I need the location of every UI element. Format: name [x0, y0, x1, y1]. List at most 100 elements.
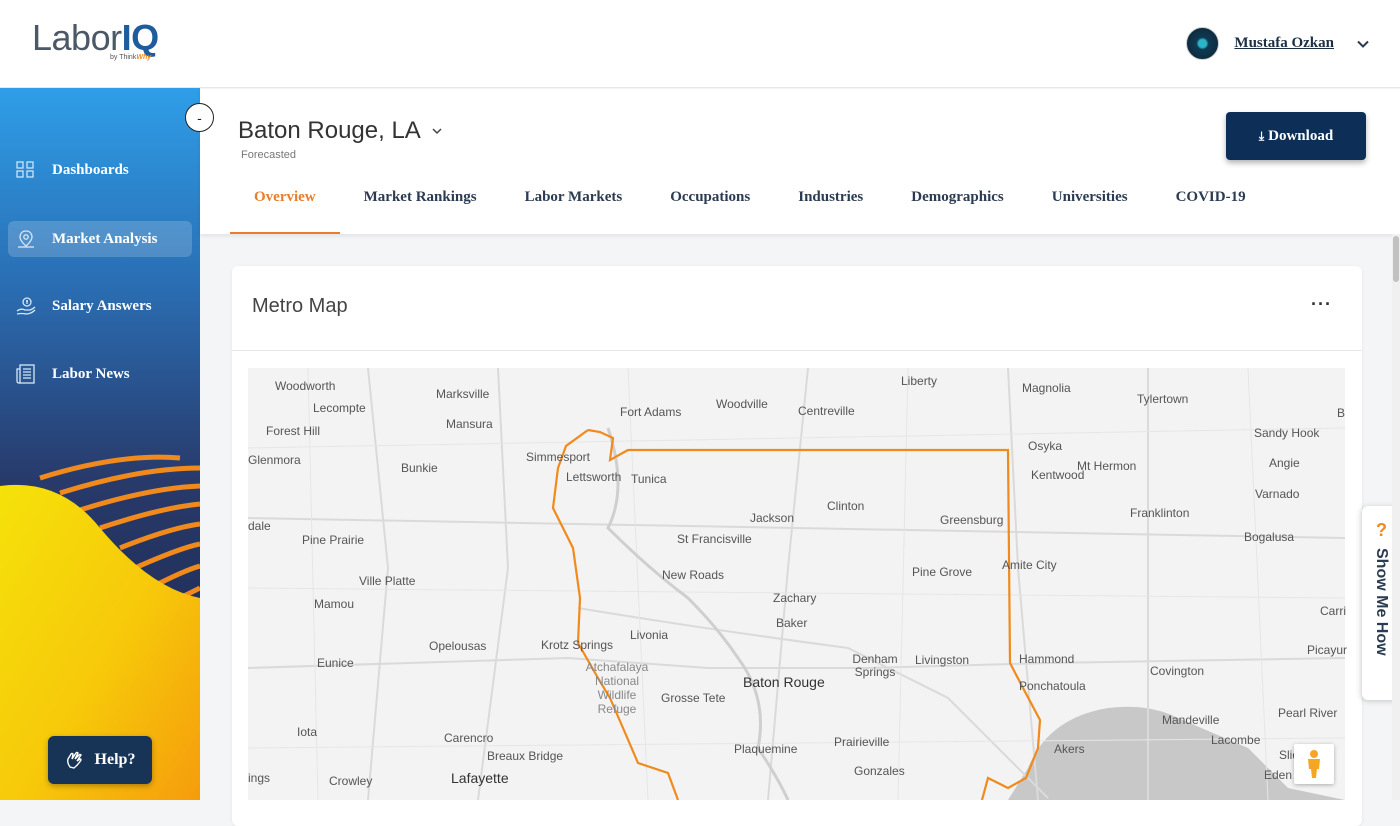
download-icon: ⤓	[1258, 128, 1265, 143]
hand-wave-icon	[66, 751, 82, 769]
map-label: Akers	[1054, 742, 1085, 756]
tab-industries[interactable]: Industries	[774, 175, 887, 234]
tab-overview[interactable]: Overview	[230, 175, 340, 234]
logo-text-labor: Labor	[32, 17, 122, 58]
map-label: Grosse Tete	[661, 691, 726, 705]
card-title: Metro Map	[252, 295, 348, 317]
map-label: ings	[248, 771, 271, 785]
logo-by: by Think	[110, 54, 137, 61]
map-label: Pine Grove	[912, 565, 973, 579]
sidebar-item-label: Dashboards	[52, 161, 129, 178]
sidebar-item-market-analysis[interactable]: Market Analysis	[8, 221, 192, 257]
tab-bar: Overview Market Rankings Labor Markets O…	[230, 175, 1270, 234]
page-title[interactable]: Baton Rouge, LA	[238, 117, 421, 145]
chevron-down-icon[interactable]	[1356, 37, 1370, 51]
tab-universities[interactable]: Universities	[1028, 175, 1152, 234]
map-label: Covington	[1150, 664, 1205, 678]
map-label: Woodworth	[275, 379, 336, 393]
grid-icon	[16, 161, 34, 178]
map-label: Krotz Springs	[541, 638, 614, 652]
map-label: Pine Prairie	[302, 533, 365, 547]
top-bar: Labor IQ by ThinkWhy Mustafa Ozkan	[0, 0, 1400, 88]
map-label: Jackson	[750, 511, 795, 525]
map-label: Magnolia	[1022, 381, 1071, 395]
map-label: Mamou	[314, 597, 355, 611]
map-label: Ville Platte	[359, 574, 416, 588]
chevron-down-icon[interactable]	[431, 125, 443, 137]
map-label: Bogalusa	[1244, 530, 1295, 544]
map-label: Tunica	[631, 472, 667, 486]
map-label: Franklinton	[1130, 506, 1190, 520]
map-label: Carencro	[444, 731, 494, 745]
scrollbar[interactable]	[1392, 234, 1400, 800]
city-selector[interactable]: Baton Rouge, LA	[238, 117, 443, 145]
map-label: Lettsworth	[566, 470, 622, 484]
map-label: Plaquemine	[734, 742, 798, 756]
question-icon: ?	[1376, 520, 1387, 540]
map-label: Clinton	[827, 499, 865, 513]
user-menu[interactable]: Mustafa Ozkan	[1186, 27, 1370, 60]
street-view-pegman[interactable]	[1294, 744, 1334, 784]
map-label: Hammond	[1019, 652, 1075, 666]
map-label: Denham Springs	[852, 652, 898, 679]
map-label: Crowley	[329, 774, 373, 788]
download-button[interactable]: ⤓ Download	[1226, 112, 1366, 160]
collapse-sidebar-button[interactable]: -	[185, 103, 214, 132]
map-label: Bunkie	[401, 461, 438, 475]
map-label: Zachary	[773, 591, 817, 605]
map-label: Gonzales	[854, 764, 905, 778]
sidebar-item-salary-answers[interactable]: Salary Answers	[8, 288, 192, 324]
map-label: New Roads	[662, 568, 725, 582]
show-me-how-label: Show Me How	[1373, 548, 1390, 656]
help-label: Help?	[94, 751, 136, 768]
map-label: Osyka	[1028, 439, 1063, 453]
map-label: Baton Rouge	[743, 674, 825, 690]
map-label: St Francisville	[677, 532, 752, 546]
sidebar: Dashboards Market Analysis Salary Answer…	[0, 88, 200, 800]
sidebar-item-label: Salary Answers	[52, 297, 152, 314]
map-label: Simmesport	[526, 450, 591, 464]
map-label: Ponchatoula	[1019, 679, 1086, 693]
tab-demographics[interactable]: Demographics	[887, 175, 1028, 234]
laboriq-logo[interactable]: Labor IQ by ThinkWhy	[32, 17, 160, 62]
forecast-label: Forecasted	[241, 149, 297, 161]
map-label: Lafayette	[451, 770, 509, 786]
map-label: Amite City	[1002, 558, 1057, 572]
map-label: Fort Adams	[620, 405, 682, 419]
sidebar-item-dashboards[interactable]: Dashboards	[8, 152, 192, 188]
map-label: Prairieville	[834, 735, 890, 749]
page-header: Baton Rouge, LA Forecasted ⤓ Download Ov…	[200, 89, 1400, 234]
map-label: Centreville	[798, 404, 855, 418]
map-label: Pearl River	[1278, 706, 1338, 720]
map-label: Liberty	[901, 374, 938, 388]
map-label: Sandy Hook	[1254, 426, 1320, 440]
sidebar-item-labor-news[interactable]: Labor News	[8, 356, 192, 392]
map-label: Baker	[776, 616, 808, 630]
map-label: Glenmora	[248, 453, 301, 467]
more-options-icon[interactable]: ···	[1311, 294, 1332, 315]
avatar[interactable]	[1186, 27, 1220, 60]
map-label: Marksville	[436, 387, 490, 401]
map-label: Livonia	[630, 628, 669, 642]
map-label: B	[1337, 406, 1346, 420]
map-pin-icon	[18, 230, 34, 248]
help-button[interactable]: Help?	[48, 736, 152, 784]
map-label: Angie	[1269, 456, 1300, 470]
tab-occupations[interactable]: Occupations	[646, 175, 774, 234]
map-label: Mansura	[446, 417, 493, 431]
card-divider	[232, 350, 1362, 351]
map-label: Carri	[1320, 604, 1346, 618]
logo-text-iq: IQ	[121, 17, 160, 58]
tab-labor-markets[interactable]: Labor Markets	[501, 175, 647, 234]
map-label: Picayur	[1307, 643, 1348, 657]
tab-covid-19[interactable]: COVID-19	[1152, 175, 1270, 234]
newspaper-icon	[16, 364, 35, 384]
map-label: Tylertown	[1137, 392, 1189, 406]
map-label: Eunice	[317, 656, 354, 670]
scrollbar-thumb[interactable]	[1393, 236, 1399, 282]
download-label: Download	[1268, 127, 1334, 144]
tab-market-rankings[interactable]: Market Rankings	[340, 175, 501, 234]
map-label: Varnado	[1255, 487, 1300, 501]
user-name[interactable]: Mustafa Ozkan	[1234, 35, 1334, 52]
sidebar-item-label: Labor News	[52, 365, 130, 382]
